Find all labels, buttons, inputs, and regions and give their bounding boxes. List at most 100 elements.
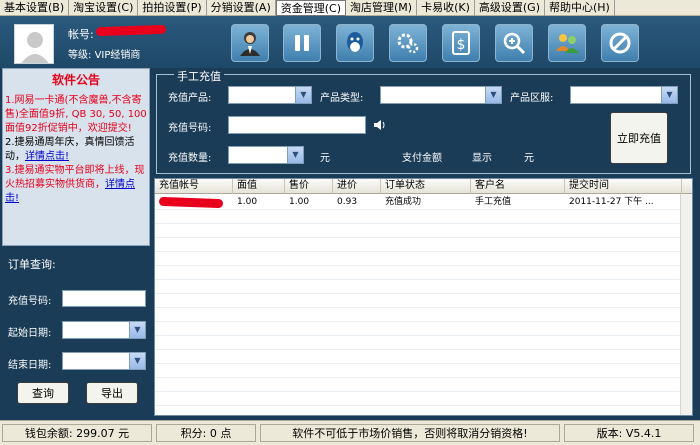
- money-button[interactable]: $: [442, 24, 480, 62]
- vertical-scrollbar[interactable]: [680, 194, 692, 415]
- notice-list: 1.网易一卡通(不含魔兽,不含寄售)全面值9折, QB 30, 50, 100面…: [3, 94, 149, 206]
- notice-item-2: 2.捷易通周年庆，真情回馈活动，详情点击!: [5, 137, 135, 162]
- account-level: 等级: VIP经销商: [68, 50, 141, 61]
- grid-line: [155, 377, 692, 378]
- type-select[interactable]: ▼: [380, 86, 502, 104]
- cell-cost: 0.93: [337, 197, 358, 207]
- export-button[interactable]: 导出: [86, 382, 138, 404]
- svg-text:$: $: [457, 37, 466, 53]
- chevron-down-icon: ▼: [485, 87, 501, 103]
- notice-item-3: 3.捷易通实物平台即将上线，现火热招募实物供货商，详情点击!: [5, 165, 145, 204]
- settings-button[interactable]: [389, 24, 427, 62]
- menu-help-center[interactable]: 帮助中心(H): [545, 0, 615, 16]
- grid-line: [155, 307, 692, 308]
- query-number-label: 充值号码:: [8, 296, 52, 307]
- menu-fund-management[interactable]: 资金管理(C): [275, 0, 346, 16]
- unit-label-2: 元: [524, 153, 534, 164]
- wallet-balance: 钱包余额: 299.07 元: [2, 424, 152, 442]
- query-button[interactable]: 查询: [17, 382, 69, 404]
- unit-label-1: 元: [320, 153, 330, 164]
- avatar-icon: [15, 25, 53, 63]
- col-face-value[interactable]: 面值: [233, 179, 285, 194]
- grid-line: [155, 209, 692, 210]
- grid-line: [155, 293, 692, 294]
- pricing-warning: 软件不可低于市场价销售，否则将取消分销资格!: [260, 424, 560, 442]
- cell-price: 1.00: [289, 197, 310, 207]
- version: 版本: V5.4.1: [564, 424, 694, 442]
- money-icon: $: [452, 31, 470, 55]
- menu-store-management[interactable]: 淘店管理(M): [346, 0, 418, 16]
- users-icon: [556, 34, 579, 53]
- pause-button[interactable]: [283, 24, 321, 62]
- qq-icon: [347, 32, 363, 52]
- menu-advanced-settings[interactable]: 高级设置(G): [475, 0, 545, 16]
- agent-button[interactable]: [231, 24, 269, 62]
- order-table: 充值帐号 面值 售价 进价 订单状态 客户名 提交时间 1.00 1.00 0.…: [154, 178, 693, 416]
- quantity-label: 充值数量:: [168, 153, 212, 164]
- region-label: 产品区服:: [510, 93, 554, 104]
- number-label: 充值号码:: [168, 123, 212, 134]
- table-row[interactable]: 1.00 1.00 0.93 充值成功 手工充值 2011-11-27 下午 .…: [155, 195, 682, 209]
- menu-taobao-settings[interactable]: 淘宝设置(C): [69, 0, 139, 16]
- menu-distribution-settings[interactable]: 分销设置(A): [207, 0, 276, 16]
- chevron-down-icon: ▼: [287, 147, 303, 163]
- pay-amount-label: 支付金额: [402, 153, 442, 164]
- cell-customer: 手工充值: [475, 197, 512, 207]
- col-cost[interactable]: 进价: [333, 179, 381, 194]
- number-input[interactable]: [228, 116, 366, 134]
- chevron-down-icon: ▼: [129, 322, 145, 338]
- col-price[interactable]: 售价: [285, 179, 333, 194]
- account-label: 帐号:: [68, 28, 94, 41]
- forbidden-button[interactable]: [601, 24, 639, 62]
- users-button[interactable]: [548, 24, 586, 62]
- end-date-select[interactable]: ▼: [62, 352, 146, 370]
- grid-line: [155, 223, 692, 224]
- query-number-input[interactable]: [62, 290, 146, 307]
- settings-icon: [397, 33, 419, 54]
- menu-basic-settings[interactable]: 基本设置(B): [0, 0, 70, 16]
- col-customer[interactable]: 客户名: [471, 179, 565, 194]
- grid-line: [155, 335, 692, 336]
- forbidden-icon: [609, 32, 631, 54]
- grid-line: [155, 265, 692, 266]
- grid-line: [155, 321, 692, 322]
- order-query-panel: 订单查询: 充值号码: 起始日期: ▼ 结束日期: ▼ 查询 导出: [2, 248, 150, 416]
- points: 积分: 0 点: [156, 424, 256, 442]
- chevron-down-icon: ▼: [129, 353, 145, 369]
- col-account[interactable]: 充值帐号: [155, 179, 233, 194]
- start-date-select[interactable]: ▼: [62, 321, 146, 339]
- menu-kayishou[interactable]: 卡易收(K): [417, 0, 475, 16]
- account-redaction: [95, 24, 167, 37]
- notice-item-2-link[interactable]: 详情点击!: [25, 151, 69, 162]
- qq-button[interactable]: [336, 24, 374, 62]
- grid-line: [155, 349, 692, 350]
- menu-paipai-settings[interactable]: 拍拍设置(P): [138, 0, 207, 16]
- recharge-now-button[interactable]: 立即充值: [610, 112, 668, 164]
- chevron-down-icon: ▼: [295, 87, 311, 103]
- col-submit-time[interactable]: 提交时间: [565, 179, 682, 194]
- status-bar: 钱包余额: 299.07 元 积分: 0 点 软件不可低于市场价销售，否则将取消…: [0, 420, 700, 445]
- quantity-select[interactable]: ▼: [228, 146, 304, 164]
- notice-item-1: 1.网易一卡通(不含魔兽,不含寄售)全面值9折, QB 30, 50, 100面…: [5, 95, 147, 134]
- notice-title: 软件公告: [51, 73, 100, 87]
- cell-submit-time: 2011-11-27 下午 ...: [569, 197, 654, 207]
- zoom-icon: [503, 32, 526, 55]
- avatar: [14, 24, 54, 64]
- recharge-title: 手工充值: [174, 68, 224, 84]
- start-date-label: 起始日期:: [8, 328, 52, 339]
- grid-line: [155, 405, 692, 406]
- manual-recharge-panel: 手工充值 充值产品: ▼ 产品类型: ▼ 产品区服: ▼ 充值号码: 充值数量:…: [156, 68, 693, 176]
- zoom-button[interactable]: [495, 24, 533, 62]
- speaker-icon[interactable]: [372, 118, 386, 132]
- grid-line: [155, 391, 692, 392]
- product-label: 充值产品:: [168, 93, 212, 104]
- product-select[interactable]: ▼: [228, 86, 312, 104]
- pay-amount-value: 显示: [472, 153, 492, 164]
- region-select[interactable]: ▼: [570, 86, 678, 104]
- grid-line: [155, 237, 692, 238]
- menu-bar: 基本设置(B) 淘宝设置(C) 拍拍设置(P) 分销设置(A) 资金管理(C) …: [0, 0, 700, 16]
- type-label: 产品类型:: [320, 93, 364, 104]
- col-status[interactable]: 订单状态: [381, 179, 471, 194]
- chevron-down-icon: ▼: [661, 87, 677, 103]
- header: 帐号: 等级: VIP经销商 $: [0, 16, 700, 68]
